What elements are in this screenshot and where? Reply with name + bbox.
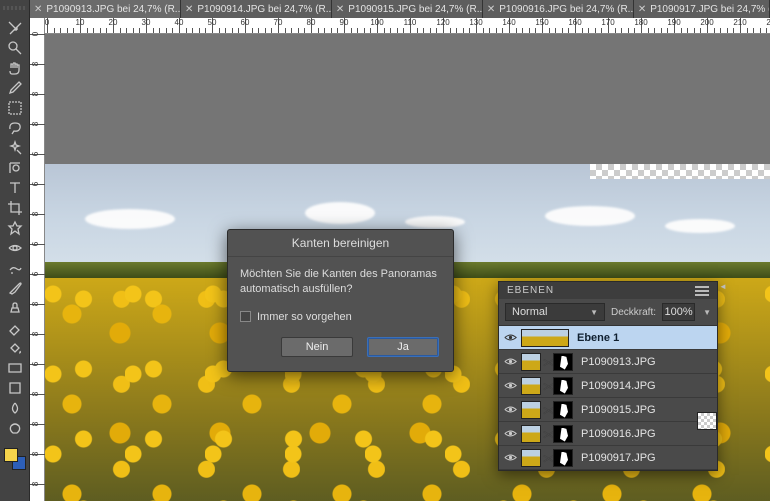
- vertical-ruler[interactable]: 0888668668868888: [30, 18, 45, 501]
- chevron-down-icon[interactable]: ▼: [701, 308, 711, 317]
- eraser-tool[interactable]: [4, 318, 26, 338]
- tab-label: P1090916.JPG bei 24,7% (R...: [499, 4, 634, 15]
- opacity-label: Deckkraft:: [611, 307, 656, 318]
- layer-row[interactable]: Ebene 1: [499, 326, 717, 350]
- layer-thumbnail-bg[interactable]: [697, 412, 717, 430]
- color-swatches[interactable]: [4, 448, 26, 470]
- zoom-tool[interactable]: [4, 38, 26, 58]
- crop-tool[interactable]: [4, 198, 26, 218]
- layer-mask-thumbnail[interactable]: [553, 449, 573, 467]
- close-icon[interactable]: ✕: [638, 4, 646, 15]
- visibility-toggle[interactable]: [503, 379, 517, 393]
- move-tool[interactable]: [4, 18, 26, 38]
- layers-list: Ebene 1 𓏵 P1090913.JPG 𓏵 P1090914.JPG 𓏵 P10909…: [499, 326, 717, 470]
- layer-row[interactable]: 𓏵 P1090917.JPG: [499, 446, 717, 470]
- layer-mask-thumbnail[interactable]: [553, 377, 573, 395]
- layer-thumbnail[interactable]: [521, 353, 541, 371]
- blend-mode-select[interactable]: Normal ▼: [505, 303, 605, 321]
- layers-panel-title: EBENEN: [507, 285, 554, 296]
- layers-panel[interactable]: EBENEN Normal ▼ Deckkraft: 100% ▼ Ebene …: [498, 281, 718, 471]
- link-icon[interactable]: 𓏵: [543, 402, 551, 417]
- visibility-toggle[interactable]: [503, 427, 517, 441]
- blend-mode-value: Normal: [512, 306, 547, 318]
- cookie-cutter-tool[interactable]: [4, 218, 26, 238]
- layer-row[interactable]: 𓏵 P1090913.JPG: [499, 350, 717, 374]
- layer-row[interactable]: 𓏵 P1090914.JPG: [499, 374, 717, 398]
- gradient-tool[interactable]: [4, 358, 26, 378]
- document-tab[interactable]: ✕ P1090914.JPG bei 24,7% (R...: [181, 0, 332, 18]
- healing-brush-tool[interactable]: [4, 258, 26, 278]
- link-icon[interactable]: 𓏵: [543, 426, 551, 441]
- always-checkbox-label: Immer so vorgehen: [257, 311, 352, 323]
- no-button[interactable]: Nein: [281, 337, 353, 357]
- palette-grip[interactable]: [3, 6, 27, 10]
- layer-row[interactable]: 𓏵 P1090916.JPG: [499, 422, 717, 446]
- panel-menu-icon[interactable]: [695, 286, 709, 296]
- layer-mask-thumbnail[interactable]: [553, 401, 573, 419]
- eyedropper-tool[interactable]: [4, 78, 26, 98]
- document-tab[interactable]: ✕ P1090916.JPG bei 24,7% (R...: [483, 0, 634, 18]
- document-tabs: ✕ P1090913.JPG bei 24,7% (R... ✕ P1090914.J…: [30, 0, 770, 18]
- lasso-tool[interactable]: [4, 118, 26, 138]
- layer-thumbnail[interactable]: [521, 401, 541, 419]
- layer-mask-thumbnail[interactable]: [553, 353, 573, 371]
- dialog-checkbox-row[interactable]: Immer so vorgehen: [228, 303, 453, 325]
- tab-label: P1090917.JPG bei 24,7% (: [650, 4, 770, 15]
- always-checkbox[interactable]: [240, 311, 251, 322]
- redeye-tool[interactable]: [4, 238, 26, 258]
- horizontal-ruler[interactable]: 0102030405060708090100110120130140150160…: [45, 18, 770, 34]
- transparency-region: [590, 164, 770, 179]
- tab-label: P1090914.JPG bei 24,7% (R...: [197, 4, 332, 15]
- quick-select-tool[interactable]: [4, 158, 26, 178]
- tool-palette: [0, 0, 30, 501]
- visibility-toggle[interactable]: [503, 331, 517, 345]
- layer-name[interactable]: P1090915.JPG: [577, 404, 713, 416]
- tab-label: P1090915.JPG bei 24,7% (R...: [348, 4, 483, 15]
- yes-button[interactable]: Ja: [367, 337, 439, 357]
- close-icon[interactable]: ✕: [487, 4, 495, 15]
- dialog-message: Möchten Sie die Kanten des Panoramas aut…: [228, 257, 453, 303]
- layer-thumbnail[interactable]: [521, 425, 541, 443]
- clean-edges-dialog: Kanten bereinigen Möchten Sie die Kanten…: [227, 229, 454, 372]
- marquee-tool[interactable]: [4, 98, 26, 118]
- layer-thumbnail[interactable]: [521, 449, 541, 467]
- brush-tool[interactable]: [4, 278, 26, 298]
- close-icon[interactable]: ✕: [336, 4, 344, 15]
- layer-name[interactable]: P1090914.JPG: [577, 380, 713, 392]
- layer-name[interactable]: Ebene 1: [573, 332, 713, 344]
- link-icon[interactable]: 𓏵: [543, 450, 551, 465]
- shape-tool[interactable]: [4, 378, 26, 398]
- close-icon[interactable]: ✕: [185, 4, 193, 15]
- layer-thumbnail[interactable]: [521, 377, 541, 395]
- layer-mask-thumbnail[interactable]: [553, 425, 573, 443]
- document-tab[interactable]: ✕ P1090913.JPG bei 24,7% (R...: [30, 0, 181, 18]
- layer-row[interactable]: 𓏵 P1090915.JPG: [499, 398, 717, 422]
- close-icon[interactable]: ✕: [34, 4, 42, 15]
- opacity-input[interactable]: 100%: [662, 303, 695, 321]
- sponge-tool[interactable]: [4, 418, 26, 438]
- visibility-toggle[interactable]: [503, 355, 517, 369]
- link-icon[interactable]: 𓏵: [543, 378, 551, 393]
- type-tool[interactable]: [4, 178, 26, 198]
- blur-tool[interactable]: [4, 398, 26, 418]
- visibility-toggle[interactable]: [503, 451, 517, 465]
- hand-tool[interactable]: [4, 58, 26, 78]
- layer-name[interactable]: P1090917.JPG: [577, 452, 713, 464]
- layer-name[interactable]: P1090913.JPG: [577, 356, 713, 368]
- tab-label: P1090913.JPG bei 24,7% (R...: [46, 4, 181, 15]
- visibility-toggle[interactable]: [503, 403, 517, 417]
- link-icon[interactable]: 𓏵: [543, 354, 551, 369]
- foreground-color-swatch[interactable]: [4, 448, 18, 462]
- panel-collapse-icon[interactable]: [719, 276, 727, 284]
- clone-stamp-tool[interactable]: [4, 298, 26, 318]
- layer-thumbnail[interactable]: [521, 329, 569, 347]
- magic-wand-tool[interactable]: [4, 138, 26, 158]
- dialog-title: Kanten bereinigen: [228, 230, 453, 257]
- document-tab[interactable]: ✕ P1090915.JPG bei 24,7% (R...: [332, 0, 483, 18]
- chevron-down-icon: ▼: [590, 308, 598, 317]
- document-tab[interactable]: ✕ P1090917.JPG bei 24,7% (: [634, 0, 770, 18]
- layer-name[interactable]: P1090916.JPG: [577, 428, 713, 440]
- paint-bucket-tool[interactable]: [4, 338, 26, 358]
